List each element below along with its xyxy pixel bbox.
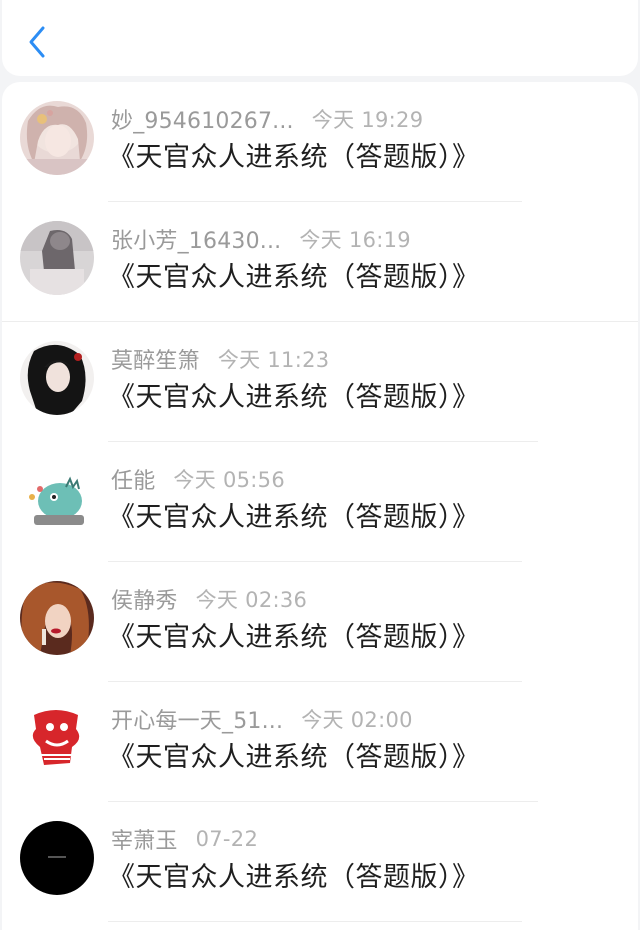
avatar[interactable]: [20, 101, 94, 175]
avatar[interactable]: [20, 581, 94, 655]
list-item[interactable]: 任能 今天 05:56 《天官众人进系统（答题版）》: [2, 442, 638, 562]
avatar[interactable]: [20, 341, 94, 415]
message-text: 《天官众人进系统（答题版）》: [108, 262, 480, 293]
message-text: 《天官众人进系统（答题版）》: [108, 502, 480, 533]
message-time: 今天 16:19: [299, 228, 411, 252]
chevron-left-icon: [29, 26, 45, 58]
sender-name: 宰萧玉: [111, 829, 178, 854]
message-text: 《天官众人进系统（答题版）》: [108, 862, 480, 893]
message-time: 今天 05:56: [173, 468, 285, 492]
message-text: 《天官众人进系统（答题版）》: [108, 742, 480, 773]
message-text: 《天官众人进系统（答题版）》: [108, 622, 480, 653]
list-item[interactable]: 张小芳_16430... 今天 16:19 《天官众人进系统（答题版）》: [2, 202, 638, 322]
sender-name: 开心每一天_51...: [111, 709, 284, 734]
sender-name: 妙_954610267...: [111, 109, 294, 134]
message-list: 妙_954610267... 今天 19:29 《天官众人进系统（答题版）》 张…: [2, 82, 638, 930]
message-time: 07-22: [195, 827, 259, 851]
message-text: 《天官众人进系统（答题版）》: [108, 142, 480, 173]
sender-name: 侯静秀: [111, 589, 178, 614]
back-button[interactable]: [20, 20, 54, 64]
sender-name: 任能: [111, 469, 156, 494]
message-time: 今天 19:29: [311, 108, 424, 132]
list-item[interactable]: 莫醉笙箫 今天 11:23 《天官众人进系统（答题版）》: [2, 322, 638, 442]
message-time: 今天 11:23: [217, 348, 330, 372]
message-time: 今天 02:36: [195, 588, 308, 612]
message-text: 《天官众人进系统（答题版）》: [108, 382, 480, 413]
top-bar: [2, 0, 638, 76]
message-time: 今天 02:00: [301, 708, 413, 732]
avatar[interactable]: [20, 821, 94, 895]
list-item[interactable]: 妙_954610267... 今天 19:29 《天官众人进系统（答题版）》: [2, 82, 638, 202]
divider: [108, 921, 522, 922]
avatar[interactable]: [20, 461, 94, 535]
sender-name: 张小芳_16430...: [111, 229, 282, 254]
avatar[interactable]: [20, 221, 94, 295]
list-item[interactable]: 侯静秀 今天 02:36 《天官众人进系统（答题版）》: [2, 562, 638, 682]
list-item[interactable]: 开心每一天_51... 今天 02:00 《天官众人进系统（答题版）》: [2, 682, 638, 802]
list-item[interactable]: 宰萧玉 07-22 《天官众人进系统（答题版）》: [2, 802, 638, 922]
avatar[interactable]: [20, 701, 94, 775]
sender-name: 莫醉笙箫: [111, 349, 200, 374]
